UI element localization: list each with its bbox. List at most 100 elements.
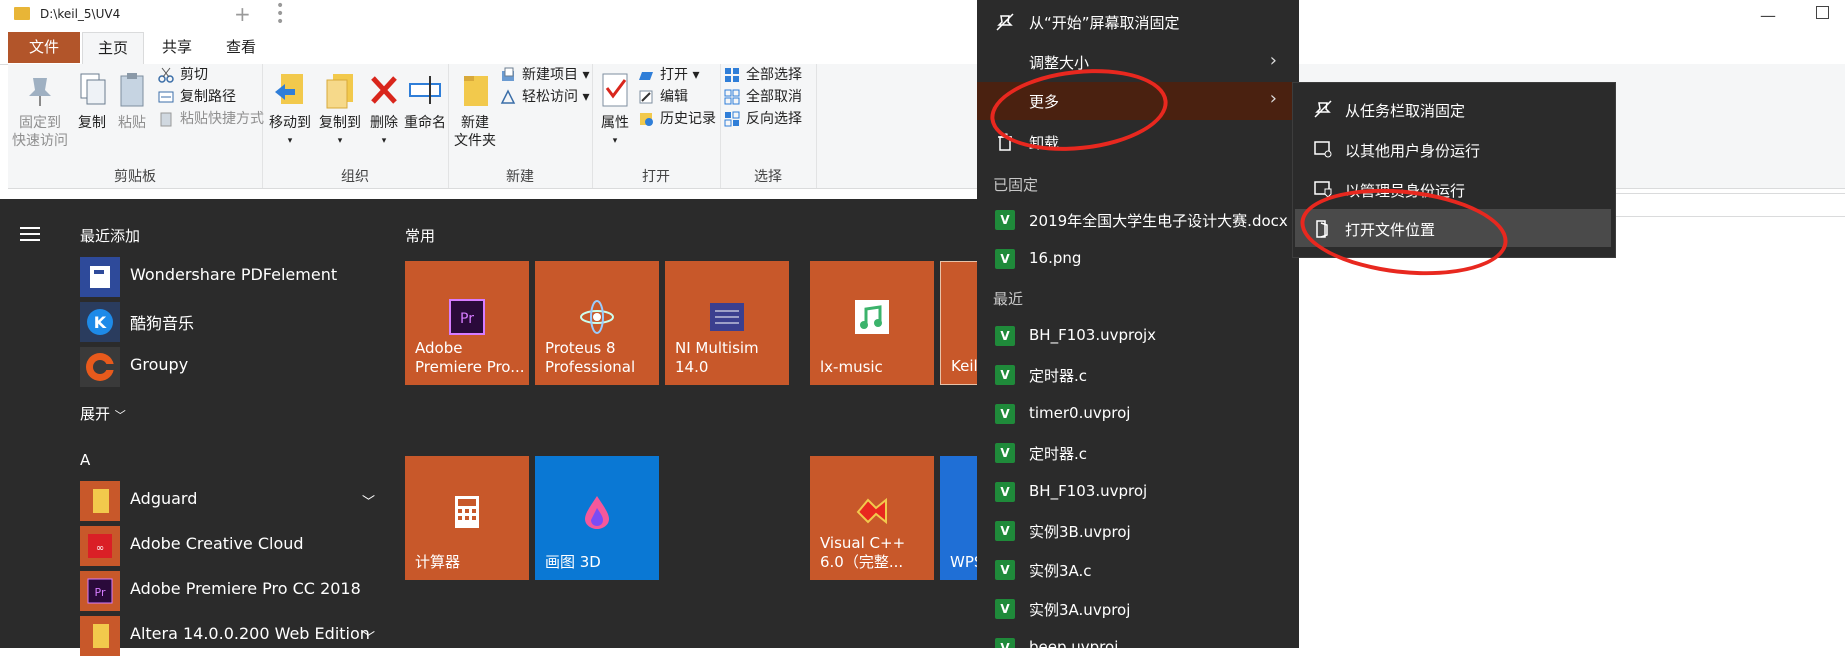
app-list-item[interactable]: Pr Adobe Premiere Pro CC 2018 bbox=[80, 569, 380, 611]
new-item-button[interactable]: 新建项目 ▾ bbox=[500, 64, 589, 86]
chevron-down-icon: ▾ bbox=[381, 136, 387, 146]
invert-selection-button[interactable]: 反向选择 bbox=[724, 108, 802, 130]
rename-button[interactable]: 重命名 bbox=[402, 70, 448, 132]
chevron-down-icon[interactable]: ﹀ bbox=[362, 627, 375, 646]
history-icon bbox=[638, 111, 654, 127]
new-tab-plus-icon[interactable]: + bbox=[234, 2, 251, 26]
jump-list-item[interactable]: V 实例3A.c bbox=[977, 552, 1299, 588]
move-to-label: 移动到 bbox=[269, 115, 311, 131]
letter-a-header[interactable]: A bbox=[80, 451, 90, 469]
menu-item-unpin-start[interactable]: 从“开始”屏幕取消固定 bbox=[977, 4, 1299, 40]
jump-list-item[interactable]: V BH_F103.uvprojx bbox=[977, 318, 1299, 354]
tile-paint3d[interactable]: 画图 3D bbox=[535, 456, 659, 580]
delete-x-icon bbox=[367, 70, 401, 110]
move-to-button[interactable]: 移动到 ▾ bbox=[266, 70, 314, 150]
tab-share[interactable]: 共享 bbox=[150, 32, 204, 63]
keil-file-icon: V bbox=[995, 599, 1015, 619]
tab-view[interactable]: 查看 bbox=[214, 32, 268, 63]
tile-wps[interactable]: WPS bbox=[940, 456, 983, 580]
group-label-clipboard: 剪贴板 bbox=[114, 169, 156, 185]
vcpp-icon bbox=[854, 494, 890, 530]
jump-list-item[interactable]: V 2019年全国大学生电子设计大赛.docx bbox=[977, 202, 1299, 238]
tile-vcpp[interactable]: Visual C++ 6.0（完整... bbox=[810, 456, 934, 580]
copy-to-button[interactable]: 复制到 ▾ bbox=[316, 70, 364, 150]
edit-button[interactable]: 编辑 bbox=[638, 86, 688, 108]
new-folder-label-2: 文件夹 bbox=[454, 133, 496, 149]
svg-text:∞: ∞ bbox=[96, 543, 104, 554]
app-label: Adobe Premiere Pro CC 2018 bbox=[130, 579, 361, 598]
paste-label: 粘贴 bbox=[118, 115, 146, 131]
copy-button[interactable]: 复制 bbox=[72, 70, 112, 132]
app-list-item[interactable]: Altera 14.0.0.200 Web Edition bbox=[80, 614, 380, 656]
app-list-item[interactable]: Adguard bbox=[80, 479, 380, 521]
tile-multisim[interactable]: NI Multisim 14.0 bbox=[665, 261, 789, 385]
edit-label: 编辑 bbox=[660, 89, 688, 105]
select-all-icon bbox=[724, 67, 740, 83]
recent-header: 最近 bbox=[993, 290, 1024, 308]
paste-shortcut-button[interactable]: 粘贴快捷方式 bbox=[158, 108, 264, 130]
open-button[interactable]: 打开 ▾ bbox=[638, 64, 699, 86]
pin-quick-access-button[interactable]: 固定到 快速访问 bbox=[12, 70, 68, 150]
tile-label: 计算器 bbox=[415, 553, 461, 571]
menu-item-run-as-other[interactable]: 以其他用户身份运行 bbox=[1293, 129, 1615, 169]
new-folder-button[interactable]: 新建 文件夹 bbox=[452, 70, 498, 150]
app-list-item[interactable]: ∞ Adobe Creative Cloud bbox=[80, 524, 380, 566]
chevron-right-icon: › bbox=[1269, 88, 1277, 109]
jump-list-item[interactable]: V beep.uvproj bbox=[977, 630, 1299, 648]
app-list-item[interactable]: Groupy bbox=[80, 345, 380, 387]
tile-label: Premiere Pro... bbox=[415, 358, 525, 376]
jump-list-item[interactable]: V 定时器.c bbox=[977, 435, 1299, 471]
more-dots-icon[interactable]: • • • bbox=[276, 0, 284, 29]
invert-selection-icon bbox=[724, 111, 740, 127]
jump-list-item[interactable]: V BH_F103.uvproj bbox=[977, 474, 1299, 510]
easy-access-button[interactable]: 轻松访问 ▾ bbox=[500, 86, 589, 108]
paste-button[interactable]: 粘贴 bbox=[112, 70, 152, 132]
tile-calculator[interactable]: 计算器 bbox=[405, 456, 529, 580]
tab-file[interactable]: 文件 bbox=[8, 32, 80, 63]
jump-list-item[interactable]: V 实例3B.uvproj bbox=[977, 513, 1299, 549]
clipboard-icon bbox=[115, 70, 149, 110]
minimize-button[interactable]: — bbox=[1760, 6, 1776, 25]
tile-keil[interactable]: Keil bbox=[940, 261, 980, 385]
jump-list-item[interactable]: V 定时器.c bbox=[977, 357, 1299, 393]
jump-list-item[interactable]: V 实例3A.uvproj bbox=[977, 591, 1299, 627]
hamburger-menu-icon[interactable] bbox=[20, 227, 40, 245]
properties-button[interactable]: 属性 ▾ bbox=[596, 70, 634, 150]
select-all-button[interactable]: 全部选择 bbox=[724, 64, 802, 86]
chevron-down-icon[interactable]: ﹀ bbox=[362, 491, 375, 510]
cut-button[interactable]: 剪切 bbox=[158, 64, 208, 86]
app-label: Altera 14.0.0.200 Web Edition bbox=[130, 624, 370, 643]
history-button[interactable]: 历史记录 bbox=[638, 108, 716, 130]
keil-file-icon: V bbox=[995, 249, 1015, 269]
tile-premiere[interactable]: Pr Adobe Premiere Pro... bbox=[405, 261, 529, 385]
expand-link[interactable]: 展开 ﹀ bbox=[80, 403, 126, 424]
tile-proteus[interactable]: Proteus 8 Professional bbox=[535, 261, 659, 385]
jump-list-item[interactable]: V timer0.uvproj bbox=[977, 396, 1299, 432]
jump-list-item[interactable]: V 16.png bbox=[977, 241, 1299, 277]
properties-label: 属性 bbox=[601, 115, 629, 131]
easy-access-label: 轻松访问 bbox=[522, 89, 578, 105]
history-label: 历史记录 bbox=[660, 111, 716, 127]
group-organize: 移动到 ▾ 复制到 ▾ 删除 ▾ 重命名 组织 bbox=[262, 64, 449, 188]
maximize-button[interactable] bbox=[1816, 6, 1829, 19]
chevron-down-icon: ▾ bbox=[287, 136, 293, 146]
jump-list-item-label: timer0.uvproj bbox=[1029, 404, 1131, 422]
new-folder-label-1: 新建 bbox=[461, 115, 489, 131]
tile-label: Visual C++ bbox=[820, 534, 906, 552]
delete-button[interactable]: 删除 ▾ bbox=[366, 70, 402, 150]
copy-path-button[interactable]: 复制路径 bbox=[158, 86, 236, 108]
app-list-item[interactable]: Wondershare PDFelement bbox=[80, 255, 380, 297]
select-none-button[interactable]: 全部取消 bbox=[724, 86, 802, 108]
menu-item-unpin-taskbar[interactable]: 从任务栏取消固定 bbox=[1293, 89, 1615, 129]
keil-file-icon: V bbox=[995, 521, 1015, 541]
jump-list-item-label: 实例3A.c bbox=[1029, 562, 1092, 580]
chevron-down-icon: ▾ bbox=[612, 136, 618, 146]
app-list-item[interactable]: K 酷狗音乐 bbox=[80, 300, 380, 342]
paint3d-drop-icon bbox=[579, 494, 615, 530]
tab-home[interactable]: 主页 bbox=[82, 32, 144, 65]
tile-label: 6.0（完整... bbox=[820, 553, 904, 571]
frequent-header: 常用 bbox=[405, 227, 436, 245]
window-title-path: D:\keil_5\UV4 bbox=[40, 7, 121, 21]
tile-lxmusic[interactable]: lx-music bbox=[810, 261, 934, 385]
pin-quick-access-label-2: 快速访问 bbox=[12, 133, 68, 149]
